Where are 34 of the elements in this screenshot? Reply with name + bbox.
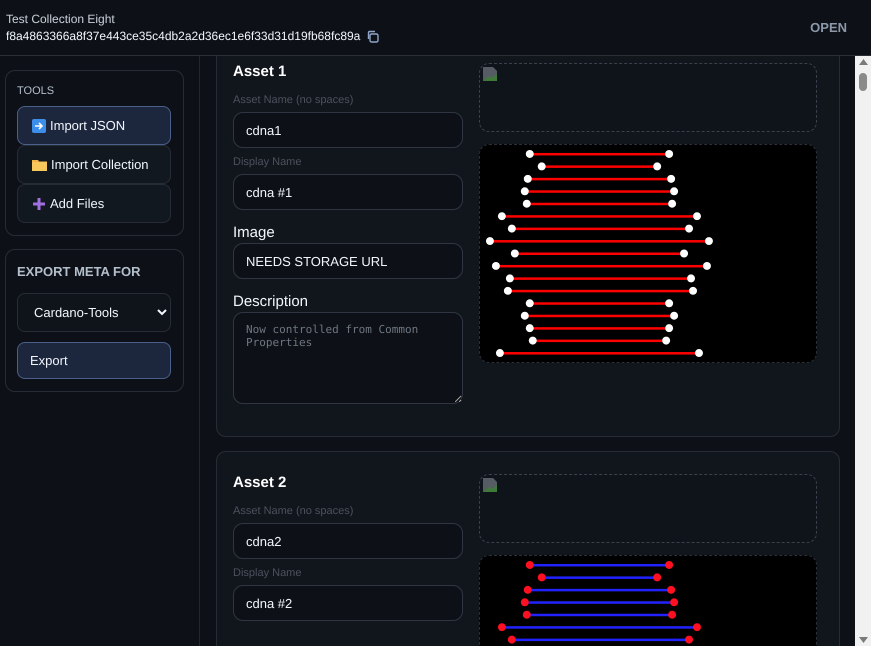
arrow-icon: [32, 118, 46, 132]
field-label: Description: [233, 293, 310, 310]
text-field[interactable]: cdna #1: [233, 174, 463, 210]
scroll-down-icon[interactable]: [858, 637, 868, 643]
field-label: Asset Name (no spaces): [233, 505, 354, 517]
folder-icon: [32, 158, 47, 171]
field-label: Asset Name (no spaces): [233, 94, 354, 106]
field-label: Display Name: [233, 567, 302, 579]
text-field[interactable]: cdna #2: [233, 585, 463, 621]
collection-hash: f8a4863366a8f37e443ce35c4db2a2d36ec1e6f33d31d19fb68fc89a: [6, 29, 360, 43]
broken-image-icon: [482, 66, 498, 82]
scroll-up-icon[interactable]: [858, 59, 868, 65]
asset-title: Asset 2: [233, 474, 288, 491]
text-field[interactable]: cdna1: [233, 112, 463, 148]
tool-button[interactable]: Import JSON: [17, 106, 171, 145]
plus-icon: [32, 196, 46, 210]
copy-icon[interactable]: [366, 30, 380, 42]
export-heading: EXPORT META FOR: [17, 264, 142, 279]
description-field[interactable]: Now controlled from Common Properties: [233, 312, 463, 404]
tool-button[interactable]: Add Files: [17, 184, 171, 223]
tools-heading: TOOLS: [17, 85, 56, 97]
export-button[interactable]: Export: [17, 342, 171, 379]
asset-title: Asset 1: [233, 63, 288, 80]
collection-title: Test Collection Eight: [6, 12, 116, 26]
field-label: Display Name: [233, 156, 302, 168]
tool-button[interactable]: Import Collection: [17, 145, 171, 184]
text-field[interactable]: cdna2: [233, 523, 463, 559]
open-button[interactable]: OPEN: [806, 16, 851, 39]
format-select[interactable]: Cardano-Tools: [17, 293, 171, 332]
scrollbar[interactable]: [855, 56, 871, 646]
text-field[interactable]: NEEDS STORAGE URL: [233, 243, 463, 279]
broken-image-icon: [482, 477, 498, 493]
scrollbar-thumb[interactable]: [859, 73, 867, 91]
field-label: Image: [233, 224, 276, 241]
